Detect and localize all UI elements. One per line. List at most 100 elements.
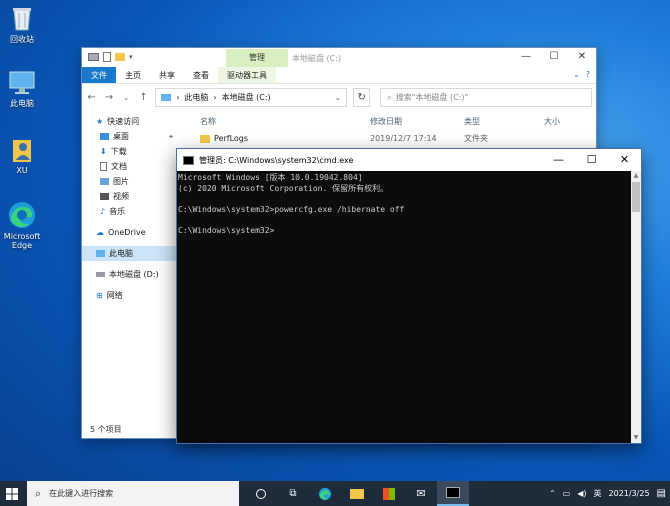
nav-item-videos[interactable]: 视频 (82, 189, 178, 204)
recent-locations-button[interactable]: ⌄ (121, 94, 132, 102)
nav-network[interactable]: ⊞ 网络 (82, 288, 178, 303)
desktop-icon-recycle-bin[interactable]: 回收站 (2, 4, 42, 45)
tab-home[interactable]: 主页 (116, 67, 150, 83)
clock-date: 2021/3/25 (608, 488, 650, 498)
minimize-button[interactable]: — (542, 149, 575, 171)
taskbar-edge-button[interactable] (309, 481, 341, 506)
properties-icon[interactable] (103, 52, 111, 62)
refresh-button[interactable]: ↻ (353, 88, 371, 107)
nav-onedrive[interactable]: ☁ OneDrive (82, 225, 178, 240)
nav-label: 下载 (110, 147, 127, 156)
taskbar-search-input[interactable]: ⌕ 在此键入进行搜索 (27, 481, 239, 506)
console-prompt: C:\Windows\system32> (178, 225, 275, 235)
minimize-button[interactable]: — (512, 48, 540, 67)
cmd-window[interactable]: 管理员: C:\Windows\system32\cmd.exe — ☐ ✕ M… (176, 148, 642, 444)
ime-indicator[interactable]: 英 (594, 488, 602, 499)
taskbar-mail-button[interactable]: ✉ (405, 481, 437, 506)
search-input[interactable]: ⌕ 搜索"本地磁盘 (C:)" (380, 88, 592, 107)
column-header-modified[interactable]: 修改日期 (370, 116, 464, 127)
chevron-up-icon[interactable]: ⌃ (549, 489, 556, 498)
explorer-title-bar[interactable]: ▾ 管理 本地磁盘 (C:) — ☐ ✕ (82, 48, 596, 67)
network-icon[interactable]: ▭ (563, 489, 571, 498)
start-button[interactable] (0, 481, 24, 506)
nav-item-music[interactable]: ♪ 音乐 (82, 204, 178, 219)
context-tab-manage[interactable]: 管理 (226, 49, 288, 67)
navigation-pane: ★ 快速访问 桌面 ✦ ⬇ 下载 文档 图片 视频 ♪ 音乐 ☁ OneDriv… (82, 112, 178, 424)
nav-item-downloads[interactable]: ⬇ 下载 (82, 144, 178, 159)
nav-quick-access[interactable]: ★ 快速访问 (82, 114, 178, 129)
nav-this-pc[interactable]: 此电脑 (82, 246, 178, 261)
desktop-icon-label: Microsoft Edge (3, 232, 41, 250)
back-button[interactable]: ← (86, 92, 97, 103)
clock[interactable]: 2021/3/25 (609, 489, 650, 499)
chevron-down-icon[interactable]: ⌄ (334, 93, 341, 102)
breadcrumb-this-pc[interactable]: 此电脑 (184, 92, 208, 103)
nav-local-disk-d[interactable]: 本地磁盘 (D:) (82, 267, 178, 282)
nav-label: 网络 (106, 291, 123, 300)
computer-icon (96, 250, 105, 257)
nav-label: 此电脑 (109, 249, 133, 258)
store-icon (383, 487, 395, 500)
desktop-icon-edge[interactable]: Microsoft Edge (2, 200, 42, 250)
file-row[interactable]: PerfLogs 2019/12/7 17:14 文件夹 (182, 130, 596, 147)
folder-icon[interactable] (115, 53, 125, 61)
breadcrumb-local-disk-c[interactable]: 本地磁盘 (C:) (222, 92, 271, 103)
file-type: 文件夹 (464, 134, 488, 143)
tab-share[interactable]: 共享 (150, 67, 184, 83)
desktop-icon-user[interactable]: XU (2, 136, 42, 175)
volume-icon[interactable]: ◀) (577, 489, 586, 498)
console-output[interactable]: Microsoft Windows [版本 10.0.19042.804] (c)… (177, 171, 631, 443)
file-modified: 2019/12/7 17:14 (370, 134, 437, 143)
cmd-icon (446, 487, 460, 498)
scroll-down-icon[interactable]: ▼ (631, 433, 641, 443)
nav-item-desktop[interactable]: 桌面 ✦ (82, 129, 178, 144)
column-header-name[interactable]: 名称 (182, 116, 370, 127)
task-view-icon: ⧉ (289, 488, 297, 499)
desktop-icon-this-pc[interactable]: 此电脑 (2, 70, 42, 109)
cortana-icon (256, 488, 266, 499)
document-icon (100, 162, 107, 171)
notification-icon[interactable]: ▤ (657, 488, 666, 499)
up-button[interactable]: ↑ (138, 92, 149, 103)
ribbon-tabs: 文件 主页 共享 查看 驱动器工具 ⌄ ? (82, 67, 596, 84)
cloud-icon: ☁ (96, 228, 104, 237)
taskbar-store-button[interactable] (373, 481, 405, 506)
task-view-button[interactable]: ⧉ (277, 481, 309, 506)
cortana-button[interactable] (245, 481, 277, 506)
help-icon[interactable]: ? (586, 70, 590, 79)
tab-drive-tools[interactable]: 驱动器工具 (218, 67, 276, 83)
search-icon: ⌕ (387, 92, 392, 102)
address-bar[interactable]: › 此电脑 › 本地磁盘 (C:) ⌄ (155, 88, 348, 107)
scrollbar-thumb[interactable] (632, 182, 640, 212)
edge-icon (9, 202, 35, 228)
chevron-down-icon[interactable]: ▾ (129, 53, 133, 61)
star-icon: ★ (96, 117, 104, 126)
nav-item-pictures[interactable]: 图片 (82, 174, 178, 189)
window-title: 本地磁盘 (C:) (292, 54, 342, 63)
taskbar-cmd-button[interactable] (437, 481, 469, 506)
pin-icon: ✦ (168, 132, 174, 141)
cmd-title: 管理员: C:\Windows\system32\cmd.exe (199, 155, 354, 165)
nav-label: 文档 (111, 162, 127, 171)
column-header-type[interactable]: 类型 (464, 116, 544, 127)
cmd-title-bar[interactable]: 管理员: C:\Windows\system32\cmd.exe — ☐ ✕ (177, 149, 641, 171)
nav-item-documents[interactable]: 文档 (82, 159, 178, 174)
tab-file[interactable]: 文件 (82, 67, 116, 83)
chevron-down-icon[interactable]: ⌄ (573, 70, 580, 79)
drive-icon[interactable] (88, 53, 99, 61)
music-icon: ♪ (100, 207, 106, 216)
tab-view[interactable]: 查看 (184, 67, 218, 83)
forward-button[interactable]: → (103, 92, 114, 103)
scrollbar[interactable]: ▲ ▼ (631, 171, 641, 443)
maximize-button[interactable]: ☐ (575, 149, 608, 171)
scroll-up-icon[interactable]: ▲ (631, 171, 641, 181)
mail-icon: ✉ (416, 487, 426, 500)
close-button[interactable]: ✕ (568, 48, 596, 67)
taskbar-file-explorer-button[interactable] (341, 481, 373, 506)
column-header-size[interactable]: 大小 (544, 116, 594, 127)
windows-logo-icon (6, 487, 18, 500)
maximize-button[interactable]: ☐ (540, 48, 568, 67)
desktop-folder-icon (100, 133, 109, 140)
breadcrumb-separator-icon: › (213, 93, 217, 102)
close-button[interactable]: ✕ (608, 149, 641, 171)
